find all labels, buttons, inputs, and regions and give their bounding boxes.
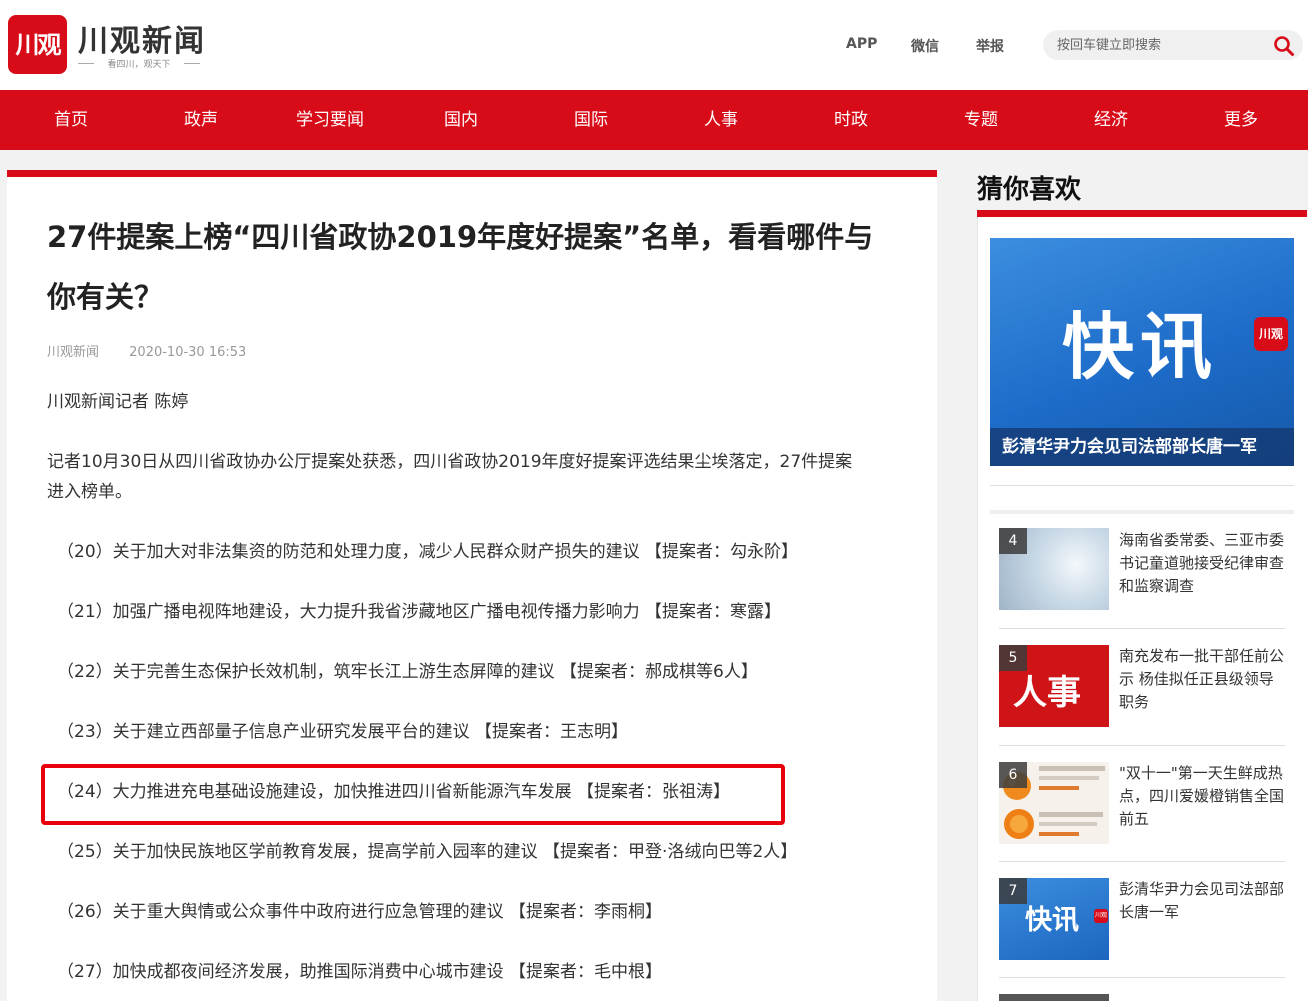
divider <box>990 485 1294 486</box>
rec-number: 5 <box>999 645 1027 671</box>
rec-thumb-7[interactable]: 快讯 川观 7 <box>999 878 1109 960</box>
proposal-item-26: （26）关于重大舆情或公众事件中政府进行应急管理的建议 【提案者：李雨桐】 <box>57 902 663 922</box>
title-line-2: 你有关？ <box>47 280 164 314</box>
rec-title-6[interactable]: "双十一"第一天生鲜成热点，四川爱媛橙销售全国前五 <box>1119 762 1287 831</box>
rec-thumb-4[interactable]: 4 <box>999 528 1109 610</box>
sidebar-accent-bar <box>977 210 1307 217</box>
byline: 川观新闻记者 陈婷 <box>47 392 189 412</box>
rec-number: 7 <box>999 878 1027 904</box>
featured-card[interactable]: 快讯 川观 彭清华尹力会见司法部部长唐一军 <box>990 238 1294 466</box>
logo-slogan: 看四川，观天下 <box>78 57 200 70</box>
main-nav: 首页 政声 学习要闻 国内 国际 人事 时政 专题 经济 更多 <box>0 90 1308 150</box>
divider <box>999 628 1285 629</box>
search-input[interactable] <box>1057 36 1257 54</box>
article-title: 27件提案上榜“四川省政协2019年度好提案”名单，看看哪件与 你有关？ <box>47 207 907 327</box>
title-line-1: 27件提案上榜“四川省政协2019年度好提案”名单，看看哪件与 <box>47 220 874 254</box>
rec-number: 4 <box>999 528 1027 554</box>
rec-thumb-text: 快讯 <box>1025 905 1079 936</box>
app-link[interactable]: APP <box>846 36 877 52</box>
proposal-item-27: （27）加快成都夜间经济发展，助推国际消费中心城市建设 【提案者：毛中根】 <box>57 962 663 982</box>
article-time: 2020-10-30 16:53 <box>129 345 247 360</box>
rec-thumb-6[interactable]: 6 <box>999 762 1109 844</box>
logo-mark[interactable]: 川观 <box>8 15 67 74</box>
search-icon[interactable] <box>1273 35 1295 57</box>
rec-number: 6 <box>999 762 1027 788</box>
proposal-item-22: （22）关于完善生态保护长效机制，筑牢长江上游生态屏障的建议 【提案者：郝成棋等… <box>57 662 758 682</box>
rec-thumb-text: 人事 <box>1013 673 1081 713</box>
divider <box>999 745 1285 746</box>
rec-title-4[interactable]: 海南省委常委、三亚市委书记童道驰接受纪律审查和监察调查 <box>1119 529 1287 598</box>
proposal-item-20: （20）关于加大对非法集资的防范和处理力度，减少人民群众财产损失的建议 【提案者… <box>57 542 799 562</box>
featured-badge: 川观 <box>1254 317 1288 351</box>
proposal-item-25: （25）关于加快民族地区学前教育发展，提高学前入园率的建议 【提案者：甲登·洛绒… <box>57 842 798 862</box>
featured-caption[interactable]: 彭清华尹力会见司法部部长唐一军 <box>990 428 1294 466</box>
nav-international[interactable]: 国际 <box>574 90 608 150</box>
nav-home[interactable]: 首页 <box>54 90 88 150</box>
nav-special[interactable]: 专题 <box>964 90 998 150</box>
report-link[interactable]: 举报 <box>976 36 1004 56</box>
rec-thumb-8-partial[interactable] <box>999 994 1109 1001</box>
nav-economy[interactable]: 经济 <box>1094 90 1128 150</box>
nav-domestic[interactable]: 国内 <box>444 90 478 150</box>
article-meta: 川观新闻 2020-10-30 16:53 <box>47 341 272 360</box>
top-header: 川观 川观新闻 看四川，观天下 APP 微信 举报 <box>0 0 1308 90</box>
sidebar-title: 猜你喜欢 <box>977 175 1082 205</box>
proposal-item-21: （21）加强广播电视阵地建设，大力提升我省涉藏地区广播电视传播力影响力 【提案者… <box>57 602 782 622</box>
divider <box>999 861 1285 862</box>
divider <box>999 977 1285 978</box>
rec-title-7[interactable]: 彭清华尹力会见司法部部长唐一军 <box>1119 878 1287 924</box>
intro-paragraph: 记者10月30日从四川省政协办公厅提案处获悉，四川省政协2019年度好提案评选结… <box>47 447 909 507</box>
divider <box>990 510 1294 514</box>
intro-line-1: 记者10月30日从四川省政协办公厅提案处获悉，四川省政协2019年度好提案评选结… <box>47 452 853 472</box>
rec-thumb-badge: 川观 <box>1094 909 1108 923</box>
nav-study-news[interactable]: 学习要闻 <box>296 90 364 150</box>
article: 27件提案上榜“四川省政协2019年度好提案”名单，看看哪件与 你有关？ 川观新… <box>7 170 937 1001</box>
nav-more[interactable]: 更多 <box>1224 90 1258 150</box>
wechat-link[interactable]: 微信 <box>911 36 939 56</box>
highlight-box <box>41 764 785 825</box>
nav-personnel[interactable]: 人事 <box>704 90 738 150</box>
logo-name[interactable]: 川观新闻 <box>78 16 206 60</box>
featured-big-text: 快讯 <box>1062 305 1219 389</box>
nav-zhengsheng[interactable]: 政声 <box>184 90 218 150</box>
search-box <box>1043 30 1303 60</box>
rec-thumb-5[interactable]: 人事 5 <box>999 645 1109 727</box>
nav-politics[interactable]: 时政 <box>834 90 868 150</box>
intro-line-2: 进入榜单。 <box>47 482 132 502</box>
rec-title-5[interactable]: 南充发布一批干部任前公示 杨佳拟任正县级领导职务 <box>1119 645 1287 714</box>
article-source[interactable]: 川观新闻 <box>47 345 99 360</box>
proposal-item-23: （23）关于建立西部量子信息产业研究发展平台的建议 【提案者：王志明】 <box>57 722 629 742</box>
